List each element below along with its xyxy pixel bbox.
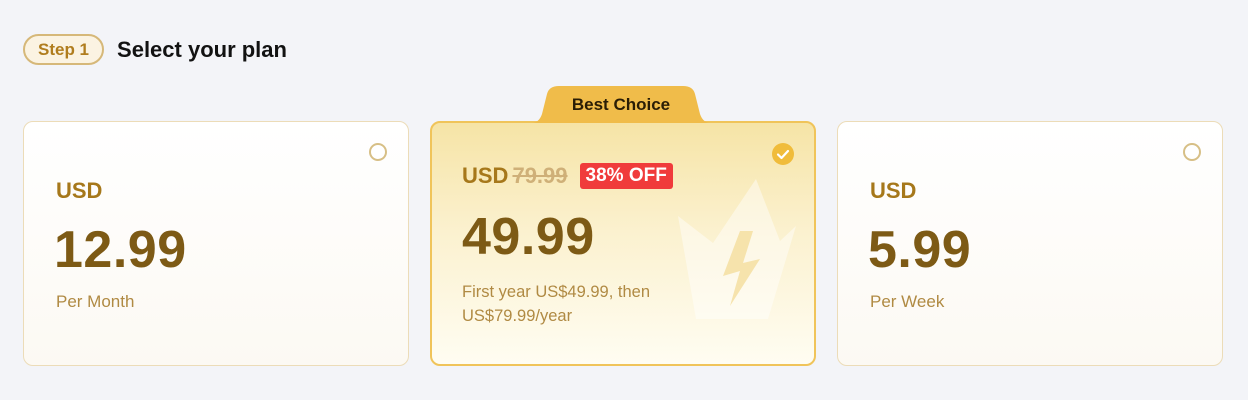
plan-price: 12.99 (54, 221, 187, 279)
page-title: Select your plan (117, 36, 287, 62)
plan-price: 49.99 (462, 208, 595, 266)
plan-period: Per Month (56, 292, 135, 311)
step-badge: Step 1 (23, 34, 105, 65)
plan-period: Per Week (870, 292, 945, 311)
plan-currency: USD (870, 178, 917, 203)
plan-currency: USD (462, 163, 509, 188)
discount-badge: 38% OFF (579, 163, 673, 189)
plan-card-weekly[interactable]: USD 5.99 Per Week (837, 121, 1223, 366)
plan-price: 5.99 (868, 221, 972, 279)
best-choice-label: Best Choice (571, 95, 671, 114)
step-header: Step 1 Select your plan (23, 34, 287, 65)
plan-currency: USD (56, 178, 103, 203)
plan-card-monthly[interactable]: USD 12.99 Per Month (23, 121, 409, 366)
plan-card-yearly[interactable]: USD 79.99 38% OFF 49.99 First year US$49… (430, 121, 816, 366)
plan-description: First year US$49.99, then US$79.99/year (462, 283, 651, 325)
original-price: 79.99 (512, 163, 568, 188)
plan-radio-monthly[interactable] (369, 143, 387, 161)
plan-radio-weekly[interactable] (1183, 143, 1201, 161)
best-choice-ribbon: Best Choice (531, 86, 711, 123)
selected-check-icon (772, 143, 794, 165)
price-row: USD 79.99 38% OFF (462, 163, 673, 189)
